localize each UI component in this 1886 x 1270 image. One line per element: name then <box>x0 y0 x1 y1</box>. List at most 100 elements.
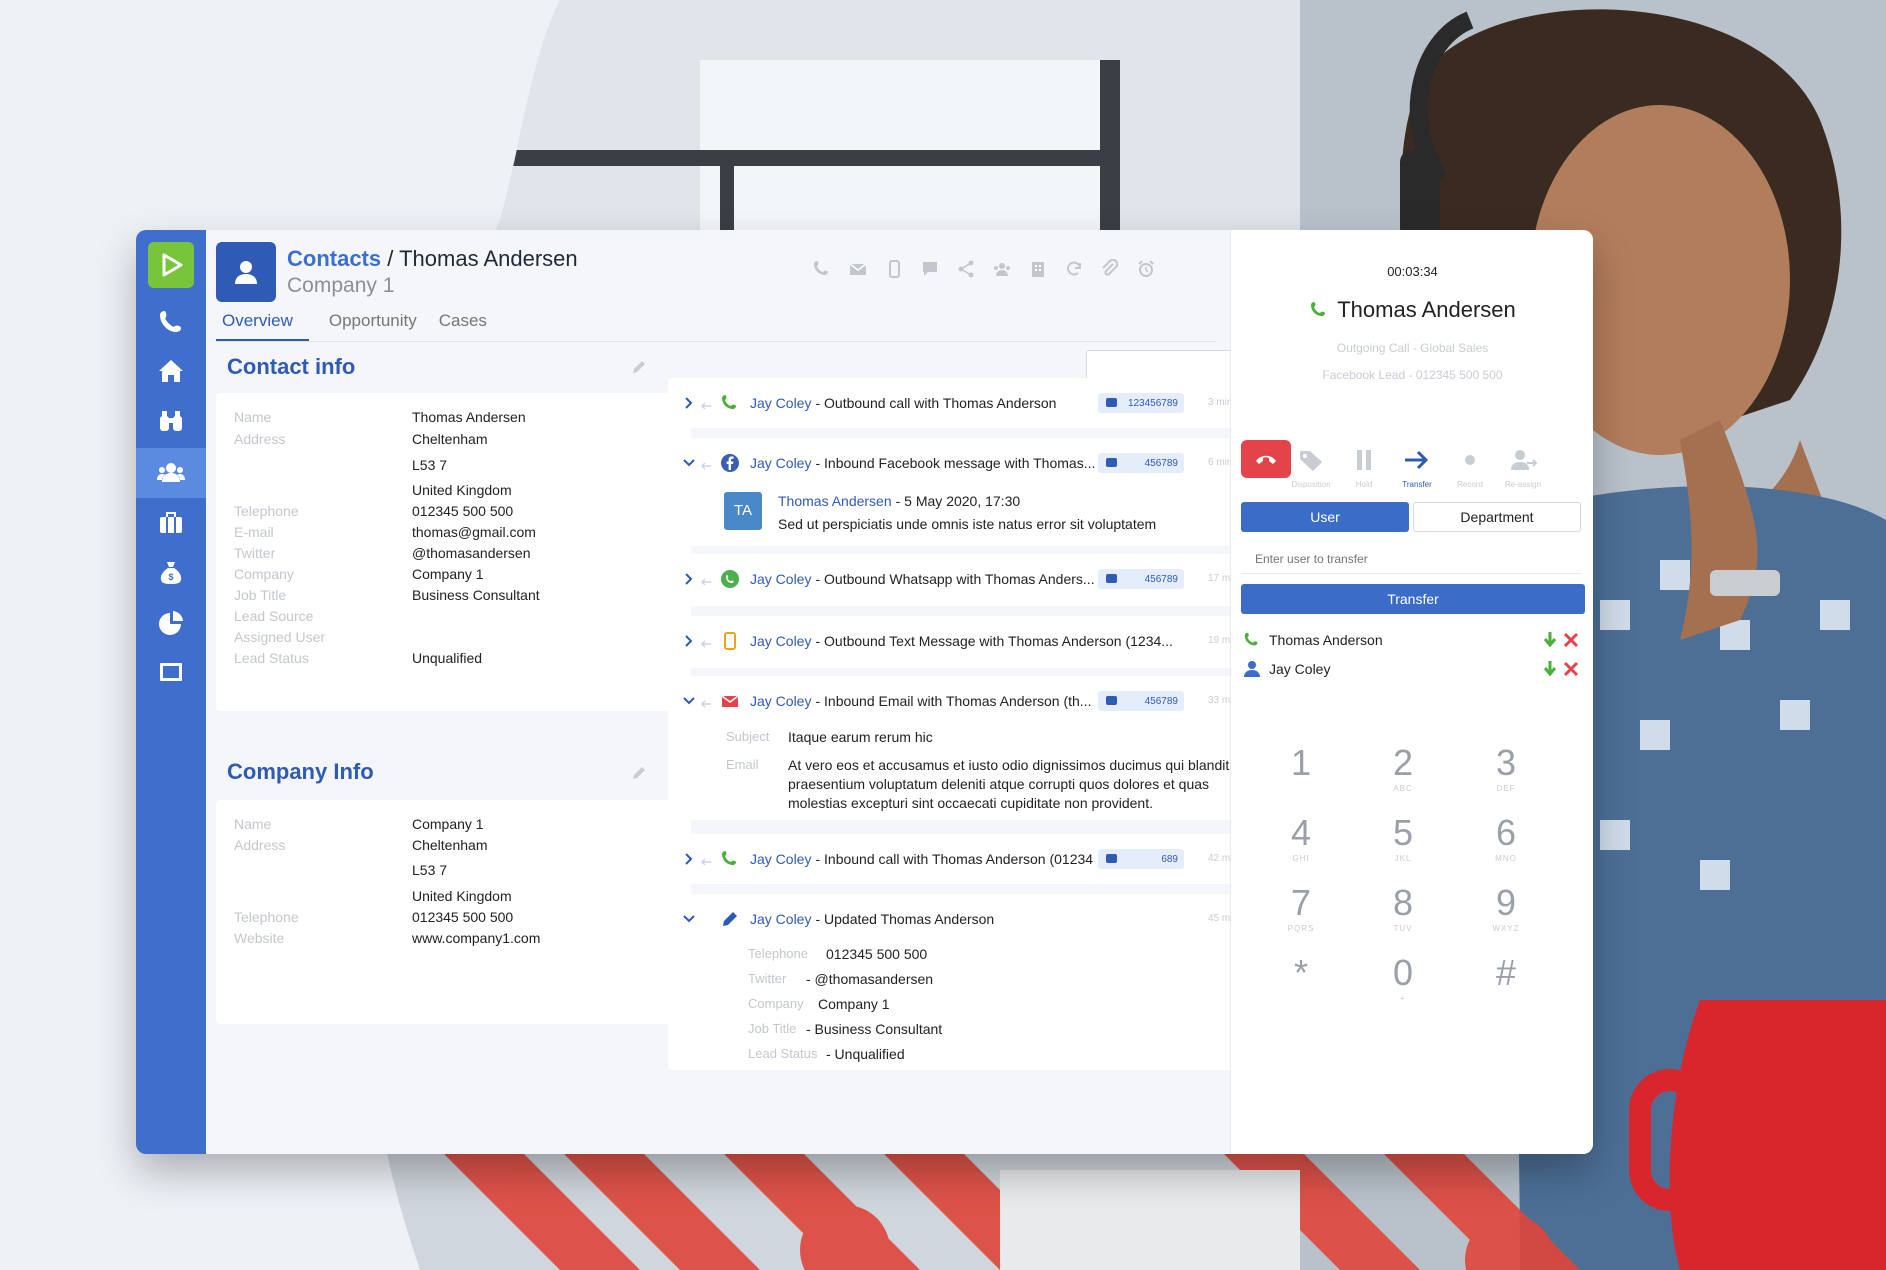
ticket-icon <box>1106 398 1117 407</box>
field-value: www.company1.com <box>412 930 541 946</box>
group-icon[interactable] <box>991 258 1013 280</box>
sidebar-item-home[interactable] <box>136 346 206 396</box>
attachment-icon[interactable] <box>1099 258 1121 280</box>
activity-title: Jay Coley - Updated Thomas Anderson <box>750 911 994 927</box>
call-control-hold[interactable]: Hold <box>1336 440 1392 500</box>
keypad-key[interactable]: 6 MNO <box>1476 812 1536 863</box>
message-author[interactable]: Thomas Andersen <box>778 493 892 509</box>
activity-item[interactable]: Jay Coley - Outbound Text Message with Th… <box>668 616 1288 668</box>
transfer-to-user-tab[interactable]: User <box>1241 502 1409 532</box>
activity-item[interactable]: Jay Coley - Inbound Facebook message with… <box>668 438 1288 546</box>
keypad-key[interactable]: 2 ABC <box>1373 742 1433 793</box>
keypad-key[interactable]: 0 + <box>1373 952 1433 1003</box>
activity-user[interactable]: Jay Coley <box>750 911 811 927</box>
keypad-key[interactable]: 8 TUV <box>1373 882 1433 933</box>
ticket-badge[interactable]: 456789 <box>1098 569 1184 589</box>
activity-user[interactable]: Jay Coley <box>750 571 811 587</box>
activity-user[interactable]: Jay Coley <box>750 455 811 471</box>
activity-header[interactable]: Jay Coley - Inbound Facebook message with… <box>668 438 1288 488</box>
ticket-badge[interactable]: 689 <box>1098 849 1184 869</box>
sidebar-item-dashboard[interactable] <box>136 648 206 698</box>
keypad-digit: 2 <box>1392 742 1414 783</box>
keypad-key[interactable]: # <box>1476 952 1536 994</box>
transfer-button[interactable]: Transfer <box>1241 584 1585 614</box>
chevron-right-icon[interactable] <box>682 572 696 586</box>
activity-header[interactable]: Jay Coley - Inbound call with Thomas Ande… <box>668 834 1288 884</box>
ticket-badge[interactable]: 456789 <box>1098 691 1184 711</box>
activity-item[interactable]: Jay Coley - Inbound call with Thomas Ande… <box>668 834 1288 884</box>
activity-header[interactable]: Jay Coley - Inbound Email with Thomas And… <box>668 676 1288 726</box>
activity-item[interactable]: Jay Coley - Inbound Email with Thomas And… <box>668 676 1288 820</box>
activity-user[interactable]: Jay Coley <box>750 693 811 709</box>
activity-title: Jay Coley - Inbound call with Thomas Ande… <box>750 851 1109 867</box>
chevron-down-icon[interactable] <box>682 694 696 708</box>
building-icon[interactable] <box>1027 258 1049 280</box>
remove-participant-icon[interactable] <box>1563 661 1579 677</box>
hangup-icon <box>1256 455 1276 464</box>
alarm-icon[interactable] <box>1135 258 1157 280</box>
activity-user[interactable]: Jay Coley <box>750 633 811 649</box>
transfer-user-input[interactable] <box>1241 544 1581 574</box>
company-info-title: Company Info <box>227 759 374 784</box>
email-icon[interactable] <box>847 258 869 280</box>
mute-mic-icon[interactable] <box>1543 631 1557 649</box>
field-label: Company <box>234 566 294 582</box>
activity-header[interactable]: Jay Coley- Updated Thomas Anderson45 min… <box>668 894 1288 944</box>
sidebar-item-cases[interactable] <box>136 498 206 548</box>
ticket-badge[interactable]: 123456789 <box>1098 393 1184 413</box>
ticket-badge[interactable]: 456789 <box>1098 453 1184 473</box>
play-logo-icon[interactable] <box>148 242 194 288</box>
sidebar-item-search[interactable] <box>136 396 206 446</box>
activity-item[interactable]: Jay Coley - Outbound Whatsapp with Thomas… <box>668 554 1288 606</box>
field-value: 012345 500 500 <box>412 909 514 925</box>
tab-opportunity[interactable]: Opportunity <box>323 310 433 342</box>
subject-label: Subject <box>726 729 770 744</box>
sidebar-item-sales[interactable]: $ <box>136 548 206 598</box>
activity-header[interactable]: Jay Coley - Outbound Whatsapp with Thomas… <box>668 554 1288 604</box>
edit-contact-pencil-icon[interactable] <box>630 358 648 376</box>
activity-user[interactable]: Jay Coley <box>750 395 811 411</box>
sidebar-item-phone[interactable] <box>136 296 206 346</box>
call-control-record[interactable]: Record <box>1442 440 1498 500</box>
keypad-key[interactable]: 9 WXYZ <box>1476 882 1536 933</box>
activity-item[interactable]: Jay Coley - Outbound call with Thomas And… <box>668 378 1288 428</box>
call-control-disposition[interactable]: Disposition <box>1283 440 1339 500</box>
remove-participant-icon[interactable] <box>1563 632 1579 648</box>
keypad-key[interactable]: * <box>1271 952 1331 994</box>
chevron-down-icon[interactable] <box>682 456 696 470</box>
call-control-transfer[interactable]: Transfer <box>1389 440 1445 500</box>
activity-header[interactable]: Jay Coley - Outbound call with Thomas And… <box>668 378 1288 428</box>
call-icon[interactable] <box>811 258 833 280</box>
chevron-right-icon[interactable] <box>682 634 696 648</box>
changed-field-label: Job Title <box>748 1021 797 1036</box>
activity-item[interactable]: Jay Coley- Updated Thomas Anderson45 min… <box>668 894 1288 1070</box>
call-control-re-assign[interactable]: Re-assign <box>1495 440 1551 500</box>
chat-icon[interactable] <box>919 258 941 280</box>
mute-mic-icon[interactable] <box>1543 660 1557 678</box>
share-icon[interactable] <box>955 258 977 280</box>
home-icon <box>159 360 183 382</box>
refresh-icon[interactable] <box>1063 258 1085 280</box>
company-subtitle: Company 1 <box>287 274 395 297</box>
tab-cases[interactable]: Cases <box>433 310 503 342</box>
keypad-key[interactable]: 5 JKL <box>1373 812 1433 863</box>
tab-overview[interactable]: Overview <box>216 310 309 342</box>
activity-user[interactable]: Jay Coley <box>750 851 811 867</box>
edit-company-pencil-icon[interactable] <box>630 764 648 782</box>
breadcrumb-contacts-link[interactable]: Contacts <box>287 246 381 271</box>
field-value: Company 1 <box>412 566 484 582</box>
breadcrumb-separator: / <box>387 246 394 271</box>
transfer-to-department-tab[interactable]: Department <box>1413 502 1581 532</box>
chevron-right-icon[interactable] <box>682 396 696 410</box>
keypad-key[interactable]: 1 <box>1271 742 1331 784</box>
chevron-down-icon[interactable] <box>682 912 696 926</box>
keypad-key[interactable]: 4 GHI <box>1271 812 1331 863</box>
mobile-icon[interactable] <box>883 258 905 280</box>
chevron-right-icon[interactable] <box>682 852 696 866</box>
keypad-key[interactable]: 7 PQRS <box>1271 882 1331 933</box>
keypad-digit: 8 <box>1392 882 1414 923</box>
activity-header[interactable]: Jay Coley - Outbound Text Message with Th… <box>668 616 1288 666</box>
sidebar-item-contacts[interactable] <box>136 448 206 498</box>
sidebar-item-reports[interactable] <box>136 598 206 648</box>
keypad-key[interactable]: 3 DEF <box>1476 742 1536 793</box>
